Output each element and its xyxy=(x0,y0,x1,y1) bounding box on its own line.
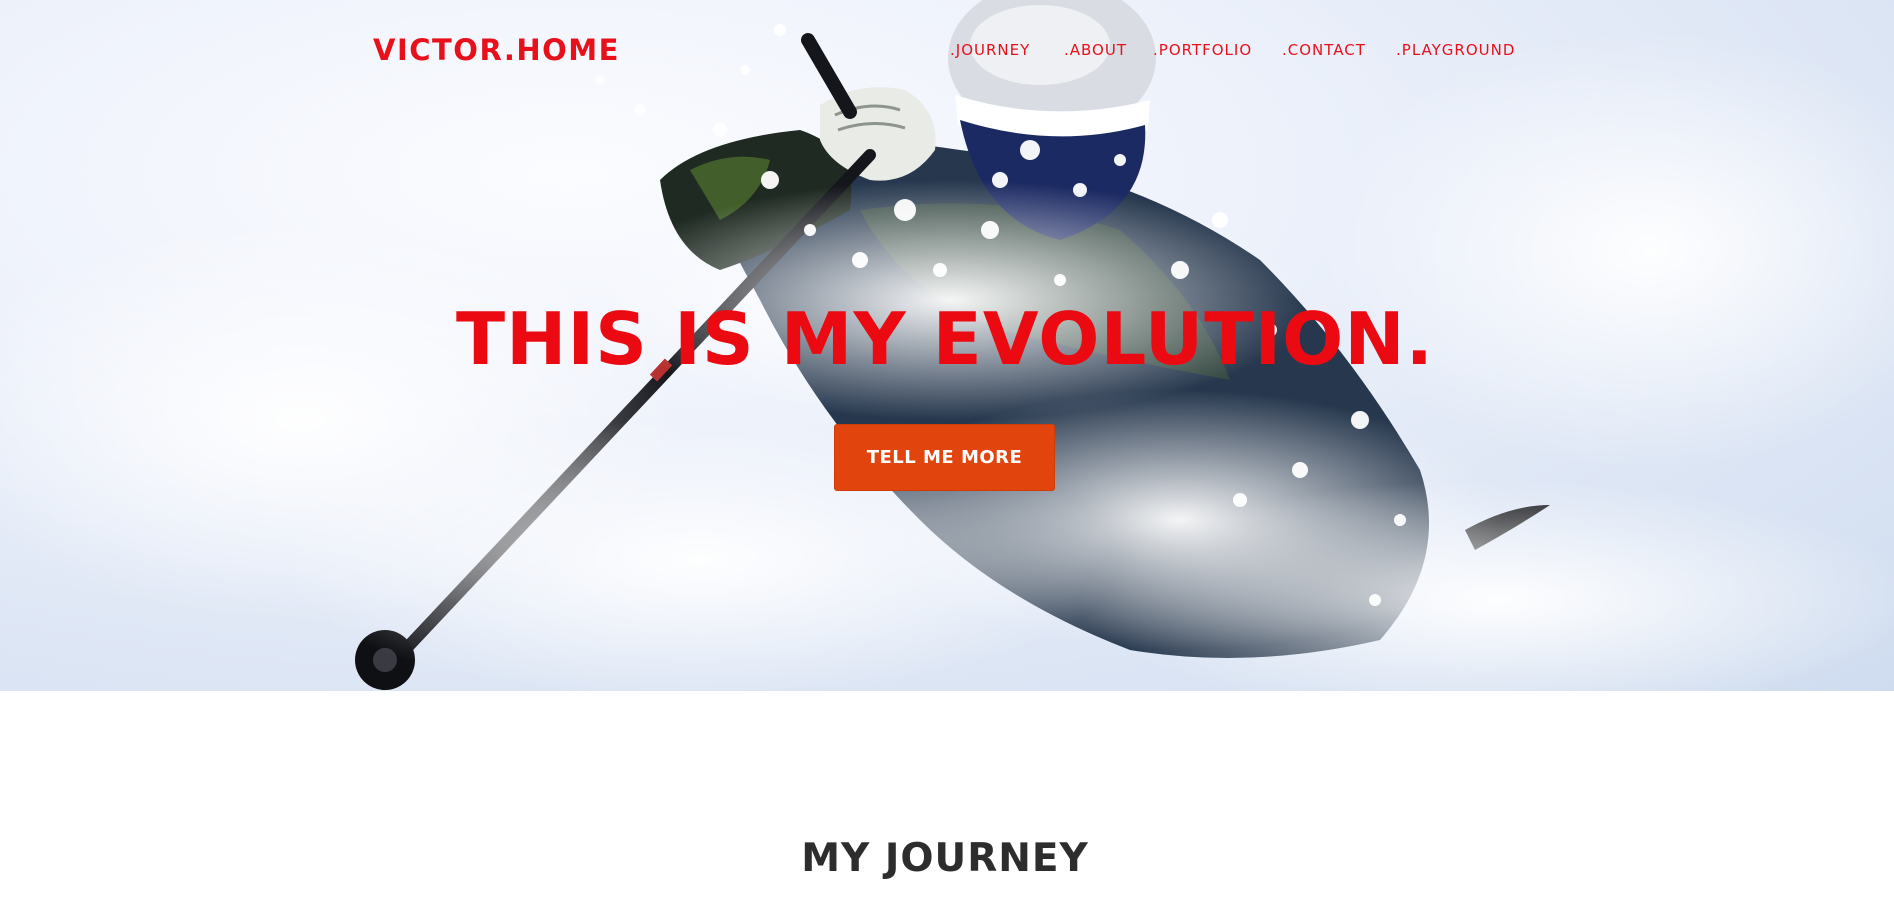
nav-item-journey[interactable]: .JOURNEY xyxy=(950,41,1030,59)
tell-me-more-button[interactable]: TELL ME MORE xyxy=(834,424,1055,491)
nav-item-playground[interactable]: .PLAYGROUND xyxy=(1396,41,1515,59)
nav-item-contact[interactable]: .CONTACT xyxy=(1282,41,1366,59)
hero-section: VICTOR.HOME .JOURNEY .ABOUT .PORTFOLIO .… xyxy=(0,0,1894,691)
hero-headline: THIS IS MY EVOLUTION. xyxy=(456,297,1434,381)
journey-section-title: MY JOURNEY xyxy=(801,836,1089,881)
nav-item-about[interactable]: .ABOUT xyxy=(1064,41,1127,59)
nav-item-portfolio[interactable]: .PORTFOLIO xyxy=(1153,41,1252,59)
brand-logo[interactable]: VICTOR.HOME xyxy=(373,33,620,67)
